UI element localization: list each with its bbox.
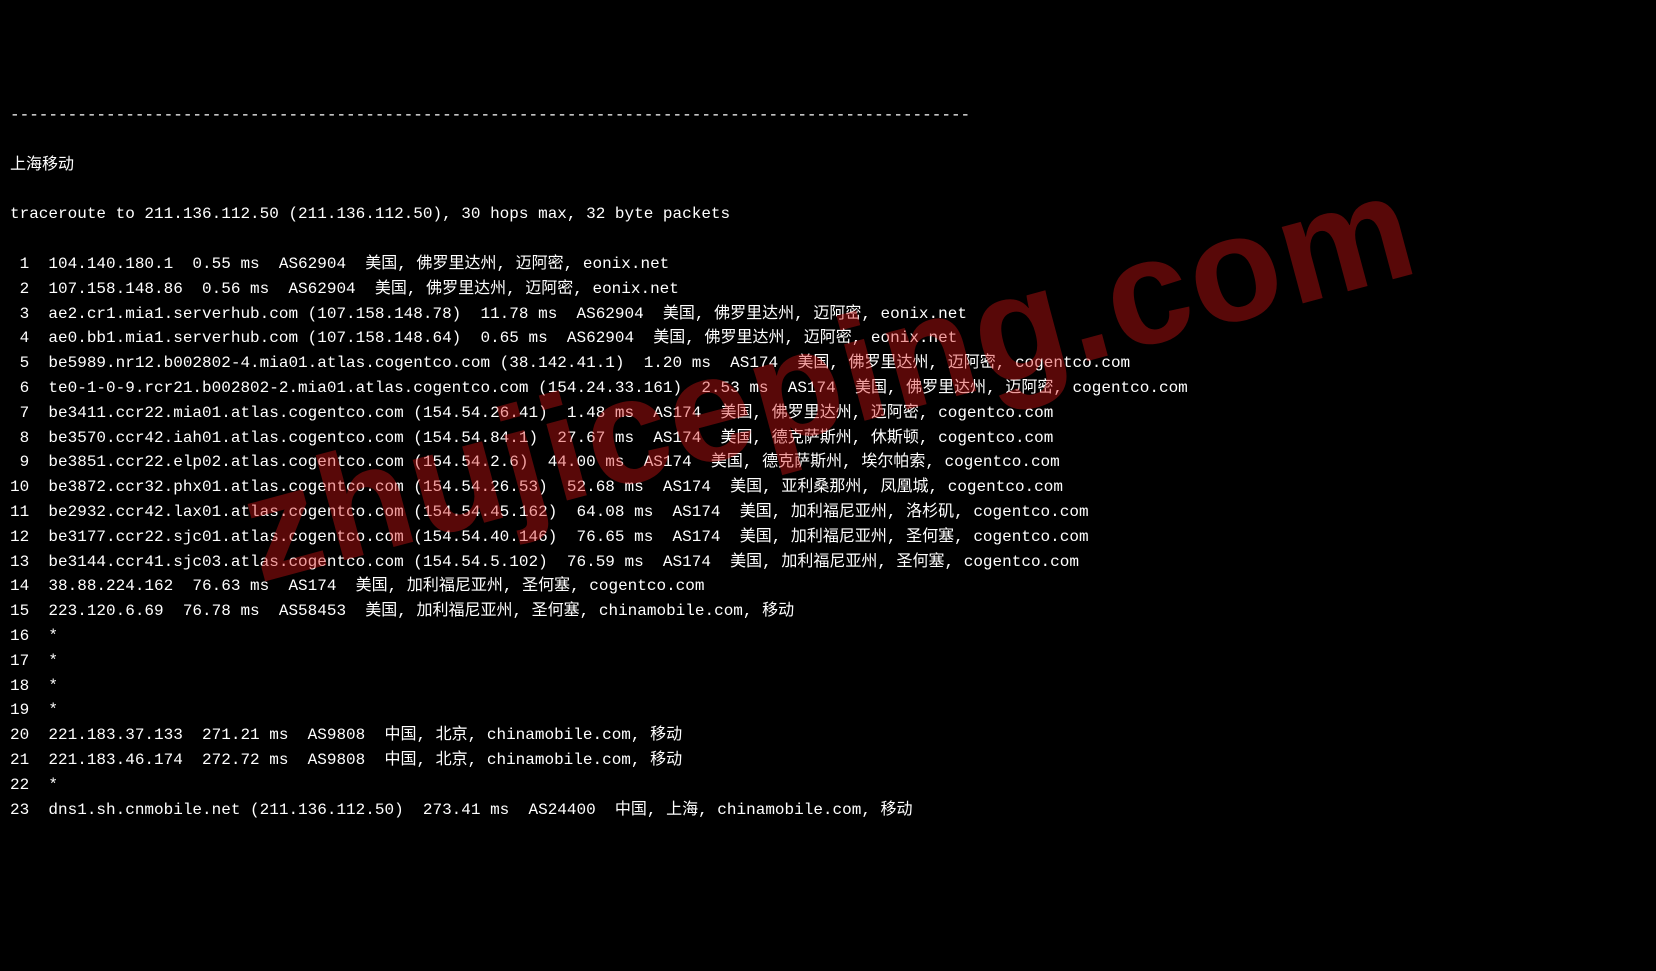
hop-row: 5 be5989.nr12.b002802-4.mia01.atlas.coge… [10,351,1646,376]
hop-row: 6 te0-1-0-9.rcr21.b002802-2.mia01.atlas.… [10,376,1646,401]
hop-row: 21 221.183.46.174 272.72 ms AS9808 中国, 北… [10,748,1646,773]
hop-row: 12 be3177.ccr22.sjc01.atlas.cogentco.com… [10,525,1646,550]
hop-row: 18 * [10,674,1646,699]
hop-row: 22 * [10,773,1646,798]
hop-row: 17 * [10,649,1646,674]
hop-row: 20 221.183.37.133 271.21 ms AS9808 中国, 北… [10,723,1646,748]
hop-row: 10 be3872.ccr32.phx01.atlas.cogentco.com… [10,475,1646,500]
hop-row: 2 107.158.148.86 0.56 ms AS62904 美国, 佛罗里… [10,277,1646,302]
traceroute-header: traceroute to 211.136.112.50 (211.136.11… [10,202,1646,227]
hop-row: 7 be3411.ccr22.mia01.atlas.cogentco.com … [10,401,1646,426]
hop-row: 16 * [10,624,1646,649]
hop-row: 14 38.88.224.162 76.63 ms AS174 美国, 加利福尼… [10,574,1646,599]
hop-row: 11 be2932.ccr42.lax01.atlas.cogentco.com… [10,500,1646,525]
hop-row: 1 104.140.180.1 0.55 ms AS62904 美国, 佛罗里达… [10,252,1646,277]
hop-row: 4 ae0.bb1.mia1.serverhub.com (107.158.14… [10,326,1646,351]
hop-row: 3 ae2.cr1.mia1.serverhub.com (107.158.14… [10,302,1646,327]
hop-row: 8 be3570.ccr42.iah01.atlas.cogentco.com … [10,426,1646,451]
hop-row: 19 * [10,698,1646,723]
hop-row: 23 dns1.sh.cnmobile.net (211.136.112.50)… [10,798,1646,823]
hop-row: 9 be3851.ccr22.elp02.atlas.cogentco.com … [10,450,1646,475]
hop-row: 13 be3144.ccr41.sjc03.atlas.cogentco.com… [10,550,1646,575]
location-label: 上海移动 [10,153,1646,178]
traceroute-output: 1 104.140.180.1 0.55 ms AS62904 美国, 佛罗里达… [10,252,1646,822]
hop-row: 15 223.120.6.69 76.78 ms AS58453 美国, 加利福… [10,599,1646,624]
divider-line: ----------------------------------------… [10,103,1646,128]
